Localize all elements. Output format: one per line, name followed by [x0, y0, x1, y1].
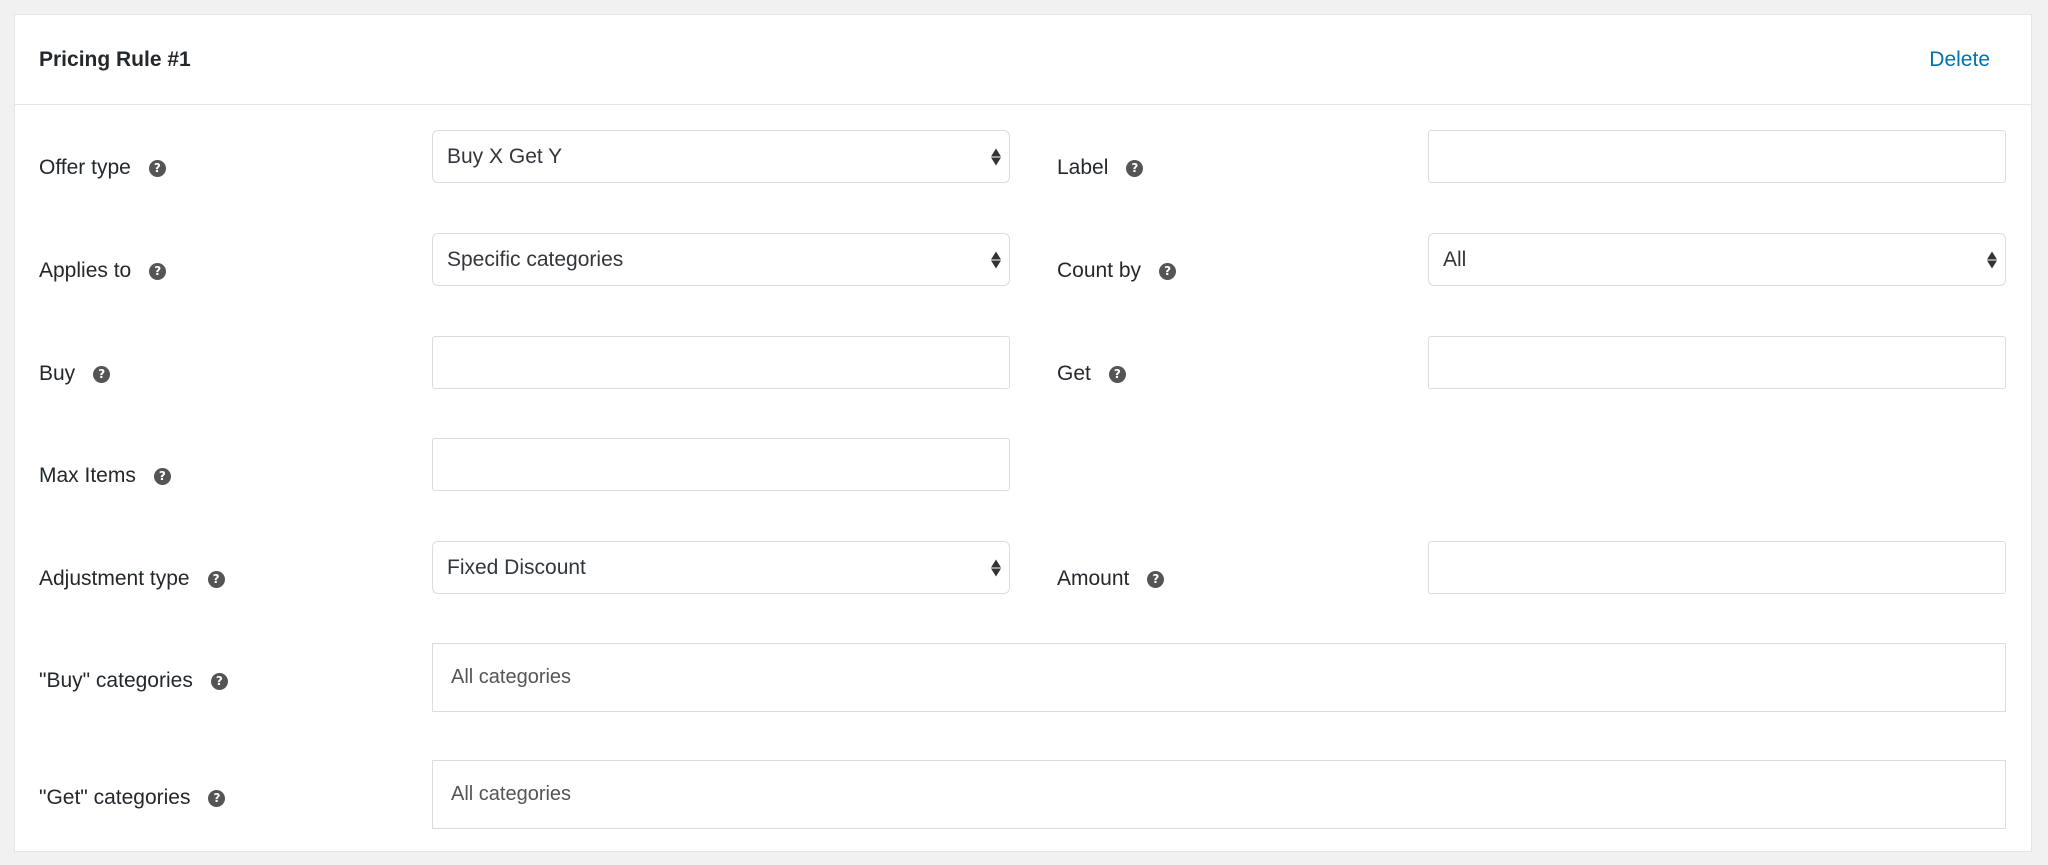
panel-title: Pricing Rule #1 [39, 48, 191, 71]
select-arrows-icon [991, 559, 1001, 576]
adjustment-type-label: Adjustment type ? [39, 564, 225, 594]
help-icon[interactable]: ? [1147, 570, 1165, 588]
amount-label-text: Amount [1057, 567, 1130, 590]
applies-to-value: Specific categories [447, 247, 624, 271]
max-items-label-text: Max Items [39, 464, 136, 487]
select-arrows-icon [1987, 251, 1997, 268]
adjustment-type-label-text: Adjustment type [39, 567, 190, 590]
amount-input[interactable] [1428, 541, 2006, 594]
buy-label-text: Buy [39, 362, 76, 385]
panel-header: Pricing Rule #1 Delete [15, 15, 2031, 105]
delete-link[interactable]: Delete [1929, 48, 1990, 72]
help-icon[interactable]: ? [1108, 365, 1126, 383]
applies-to-select[interactable]: Specific categories [432, 233, 1010, 286]
select-arrows-icon [991, 251, 1001, 268]
count-by-label: Count by ? [1057, 256, 1177, 286]
help-icon[interactable]: ? [153, 467, 171, 485]
count-by-select[interactable]: All [1428, 233, 2006, 286]
help-icon[interactable]: ? [148, 159, 166, 177]
help-icon[interactable]: ? [210, 672, 228, 690]
applies-to-label: Applies to ? [39, 256, 167, 286]
max-items-input[interactable] [432, 438, 1010, 491]
amount-label: Amount ? [1057, 564, 1165, 594]
help-icon[interactable]: ? [149, 262, 167, 280]
offer-type-select[interactable]: Buy X Get Y [432, 130, 1010, 183]
label-field-label-text: Label [1057, 156, 1109, 179]
get-label: Get ? [1057, 359, 1126, 389]
get-categories-placeholder: All categories [451, 783, 572, 805]
buy-categories-label: "Buy" categories ? [39, 666, 228, 696]
help-icon[interactable]: ? [207, 570, 225, 588]
get-categories-select[interactable]: All categories [432, 760, 2006, 829]
help-icon[interactable]: ? [1159, 262, 1177, 280]
buy-categories-placeholder: All categories [451, 666, 572, 688]
buy-categories-select[interactable]: All categories [432, 643, 2006, 712]
get-input[interactable] [1428, 336, 2006, 389]
max-items-label: Max Items ? [39, 461, 171, 491]
pricing-rule-panel: Pricing Rule #1 Delete Offer type ? Buy … [14, 14, 2032, 852]
get-categories-label: "Get" categories ? [39, 783, 226, 813]
select-arrows-icon [991, 148, 1001, 165]
label-field-label: Label ? [1057, 153, 1144, 183]
offer-type-label: Offer type ? [39, 153, 166, 183]
label-input[interactable] [1428, 130, 2006, 183]
get-label-text: Get [1057, 362, 1091, 385]
help-icon[interactable]: ? [1126, 159, 1144, 177]
get-categories-label-text: "Get" categories [39, 786, 191, 809]
adjustment-type-value: Fixed Discount [447, 555, 586, 579]
count-by-value: All [1443, 247, 1467, 271]
buy-categories-label-text: "Buy" categories [39, 669, 193, 692]
applies-to-label-text: Applies to [39, 259, 132, 282]
offer-type-value: Buy X Get Y [447, 144, 563, 168]
help-icon[interactable]: ? [93, 365, 111, 383]
help-icon[interactable]: ? [208, 789, 226, 807]
buy-input[interactable] [432, 336, 1010, 389]
adjustment-type-select[interactable]: Fixed Discount [432, 541, 1010, 594]
buy-label: Buy ? [39, 359, 111, 389]
count-by-label-text: Count by [1057, 259, 1142, 282]
offer-type-label-text: Offer type [39, 156, 131, 179]
